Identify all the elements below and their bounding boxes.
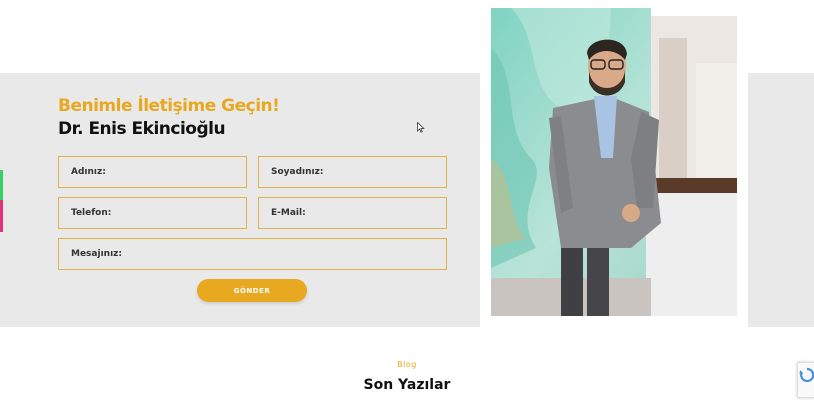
mouse-pointer-icon	[417, 118, 425, 137]
recaptcha-icon[interactable]	[797, 362, 814, 398]
doctor-photo	[491, 8, 737, 316]
email-input[interactable]	[269, 207, 446, 219]
name-input[interactable]	[69, 166, 246, 178]
side-tab-green[interactable]	[0, 170, 3, 200]
email-field-wrapper	[258, 197, 447, 229]
contact-heading: Benimle İletişime Geçin!	[58, 96, 280, 116]
side-tab-pink[interactable]	[0, 200, 3, 232]
adjacent-panel	[748, 73, 814, 327]
message-field-wrapper	[58, 238, 447, 270]
name-field-wrapper	[58, 156, 247, 188]
phone-field-wrapper	[58, 197, 247, 229]
blog-section-label: Blog	[397, 360, 417, 369]
blog-section-title: Son Yazılar	[363, 377, 451, 393]
send-button[interactable]: GÖNDER	[197, 279, 307, 302]
message-input[interactable]	[69, 248, 446, 260]
surname-field-wrapper	[258, 156, 447, 188]
surname-input[interactable]	[269, 166, 446, 178]
doctor-name: Dr. Enis Ekincioğlu	[58, 119, 226, 139]
phone-input[interactable]	[69, 207, 246, 219]
